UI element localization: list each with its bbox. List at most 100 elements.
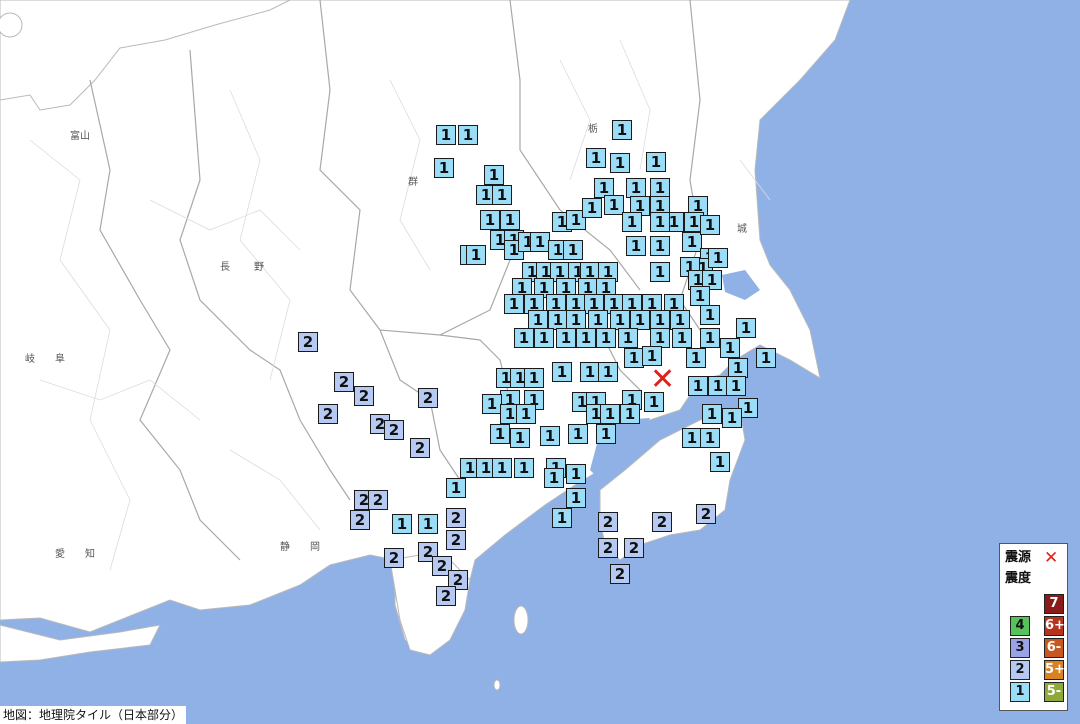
station-marker-intensity-1: 1 [490, 424, 510, 444]
station-marker-intensity-1: 1 [720, 338, 740, 358]
map-label-gifu-1: 岐 [25, 354, 35, 365]
station-marker-intensity-2: 2 [354, 386, 374, 406]
station-marker-intensity-1: 1 [630, 310, 650, 330]
station-marker-intensity-2: 2 [610, 564, 630, 584]
station-marker-intensity-2: 2 [598, 512, 618, 532]
station-marker-intensity-1: 1 [566, 310, 586, 330]
station-marker-intensity-1: 1 [650, 310, 670, 330]
station-marker-intensity-1: 1 [620, 404, 640, 424]
station-marker-intensity-1: 1 [650, 236, 670, 256]
base-map [0, 0, 851, 691]
epicenter-marker: ✕ [650, 362, 676, 397]
station-marker-intensity-1: 1 [596, 328, 616, 348]
station-marker-intensity-1: 1 [610, 153, 630, 173]
station-marker-intensity-1: 1 [528, 310, 548, 330]
map-label-toyama: 富山 [70, 131, 90, 142]
station-marker-intensity-2: 2 [598, 538, 618, 558]
station-marker-intensity-1: 1 [756, 348, 776, 368]
station-marker-intensity-1: 1 [624, 348, 644, 368]
station-marker-intensity-1: 1 [708, 248, 728, 268]
station-marker-intensity-2: 2 [298, 332, 318, 352]
chita-peninsula [0, 624, 161, 663]
map-label-nagano-1: 長 [220, 262, 230, 273]
station-marker-intensity-1: 1 [646, 152, 666, 172]
station-marker-intensity-1: 1 [552, 508, 572, 528]
station-marker-intensity-1: 1 [722, 408, 742, 428]
island [493, 679, 501, 691]
station-marker-intensity-1: 1 [650, 262, 670, 282]
station-marker-intensity-1: 1 [626, 178, 646, 198]
station-marker-intensity-1: 1 [700, 305, 720, 325]
legend-swatch-intensity-4: 4 [1010, 616, 1030, 636]
station-marker-intensity-1: 1 [670, 310, 690, 330]
station-marker-intensity-1: 1 [446, 478, 466, 498]
station-marker-intensity-1: 1 [492, 185, 512, 205]
station-marker-intensity-1: 1 [458, 125, 478, 145]
station-marker-intensity-1: 1 [588, 310, 608, 330]
station-marker-intensity-1: 1 [582, 198, 602, 218]
legend: 震源 ✕ 震度 7 6+ 6- 5+ 5- 4 3 2 1 [999, 543, 1068, 711]
map-label-gifu-2: 阜 [55, 354, 65, 365]
map-label-aichi-1: 愛 [55, 549, 65, 560]
station-marker-intensity-1: 1 [566, 488, 586, 508]
station-marker-intensity-1: 1 [568, 424, 588, 444]
station-marker-intensity-2: 2 [410, 438, 430, 458]
station-marker-intensity-1: 1 [530, 232, 550, 252]
station-marker-intensity-1: 1 [576, 328, 596, 348]
station-marker-intensity-1: 1 [540, 426, 560, 446]
station-marker-intensity-2: 2 [624, 538, 644, 558]
legend-epicenter-icon: ✕ [1044, 548, 1059, 568]
station-marker-intensity-2: 2 [318, 404, 338, 424]
legend-swatch-intensity-2: 2 [1010, 660, 1030, 680]
station-marker-intensity-1: 1 [514, 328, 534, 348]
map-label-tochigi: 栃 [588, 124, 598, 135]
station-marker-intensity-1: 1 [510, 428, 530, 448]
station-marker-intensity-1: 1 [728, 358, 748, 378]
legend-swatch-intensity-5-minus: 5- [1044, 682, 1064, 702]
station-marker-intensity-2: 2 [436, 586, 456, 606]
station-marker-intensity-2: 2 [368, 490, 388, 510]
station-marker-intensity-1: 1 [484, 165, 504, 185]
station-marker-intensity-1: 1 [682, 232, 702, 252]
station-marker-intensity-1: 1 [672, 328, 692, 348]
map-label-shizuoka-1: 静 [280, 542, 290, 553]
station-marker-intensity-1: 1 [514, 458, 534, 478]
map-credit: 地図：地理院タイル（日本部分） [0, 706, 187, 724]
station-marker-intensity-1: 1 [726, 376, 746, 396]
station-marker-intensity-1: 1 [500, 210, 520, 230]
station-marker-intensity-1: 1 [700, 428, 720, 448]
station-marker-intensity-1: 1 [600, 404, 620, 424]
station-marker-intensity-1: 1 [534, 328, 554, 348]
station-marker-intensity-1: 1 [650, 178, 670, 198]
station-marker-intensity-1: 1 [688, 376, 708, 396]
station-marker-intensity-2: 2 [384, 420, 404, 440]
station-marker-intensity-1: 1 [516, 404, 536, 424]
legend-swatch-intensity-1: 1 [1010, 682, 1030, 702]
station-marker-intensity-1: 1 [563, 240, 583, 260]
station-marker-intensity-1: 1 [544, 468, 564, 488]
station-marker-intensity-1: 1 [434, 158, 454, 178]
map-label-shizuoka-2: 岡 [310, 542, 320, 553]
station-marker-intensity-1: 1 [700, 328, 720, 348]
station-marker-intensity-1: 1 [392, 514, 412, 534]
legend-swatch-intensity-6-plus: 6+ [1044, 616, 1065, 636]
station-marker-intensity-1: 1 [596, 424, 616, 444]
station-marker-intensity-1: 1 [580, 362, 600, 382]
map-label-nagano-2: 野 [254, 262, 264, 273]
station-marker-intensity-2: 2 [652, 512, 672, 532]
station-marker-intensity-1: 1 [626, 236, 646, 256]
station-marker-intensity-1: 1 [612, 120, 632, 140]
island [0, 12, 23, 38]
station-marker-intensity-2: 2 [334, 372, 354, 392]
legend-swatch-intensity-6-minus: 6- [1044, 638, 1064, 658]
station-marker-intensity-1: 1 [556, 328, 576, 348]
station-marker-intensity-1: 1 [466, 245, 486, 265]
station-marker-intensity-1: 1 [622, 212, 642, 232]
station-marker-intensity-1: 1 [610, 310, 630, 330]
station-marker-intensity-1: 1 [436, 125, 456, 145]
legend-intensity-label: 震度 [1005, 571, 1032, 586]
station-marker-intensity-2: 2 [418, 388, 438, 408]
station-marker-intensity-1: 1 [650, 212, 670, 232]
station-marker-intensity-2: 2 [446, 530, 466, 550]
station-marker-intensity-1: 1 [604, 195, 624, 215]
